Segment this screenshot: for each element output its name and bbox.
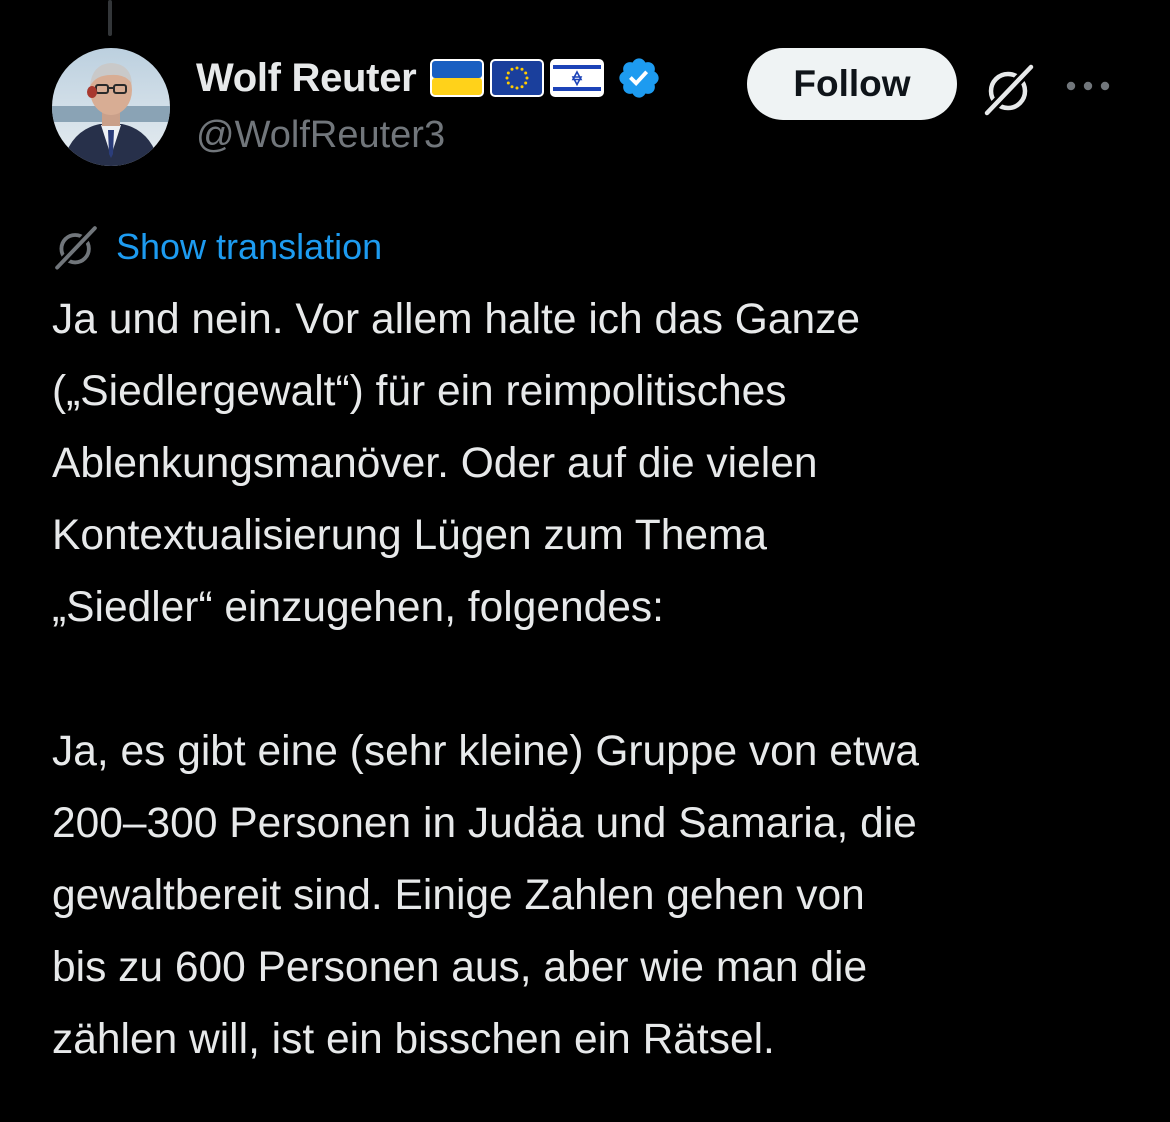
tweet-text-line: gewaltbereit sind. Einige Zahlen gehen v… [52,872,865,919]
thread-connector-line [108,0,112,36]
show-translation-link[interactable]: Show translation [116,226,382,268]
author-name-row: Wolf Reuter [196,52,662,104]
more-dots-icon [1066,81,1110,91]
author-handle[interactable]: @WolfReuter3 [196,114,445,157]
tweet-text: Ja und nein. Vor allem halte ich das Gan… [52,284,1142,1076]
israel-flag-icon [550,59,605,97]
grok-button[interactable] [978,58,1040,120]
verified-badge-icon[interactable] [616,55,662,101]
translation-row: Show translation [52,222,382,272]
tweet-text-line: Ablenkungsmanöver. Oder auf die vielen [52,440,818,487]
author-display-name[interactable]: Wolf Reuter [196,56,417,101]
tweet-text-line: („Siedlergewalt“) für ein reimpolitische… [52,368,787,415]
more-options-button[interactable] [1060,66,1116,106]
tweet-text-line: 200–300 Personen in Judäa und Samaria, d… [52,800,917,847]
tweet-text-line: Kontextualisierung Lügen zum Thema [52,512,768,559]
tweet-text-line: Ja und nein. Vor allem halte ich das Gan… [52,296,860,343]
grok-translate-icon [54,225,98,271]
follow-button[interactable]: Follow [747,48,957,120]
eu-flag-icon [490,59,545,97]
avatar[interactable] [52,48,170,166]
ukraine-flag-icon [430,59,485,97]
tweet-text-line: zählen will, ist ein bisschen ein Rätsel… [52,1016,775,1063]
tweet-text-line: Ja, es gibt eine (sehr kleine) Gruppe vo… [52,728,919,775]
grok-icon [983,63,1035,117]
tweet-text-line: „Siedler“ einzugehen, folgendes: [52,584,664,631]
tweet-text-line: bis zu 600 Personen aus, aber wie man di… [52,944,868,991]
